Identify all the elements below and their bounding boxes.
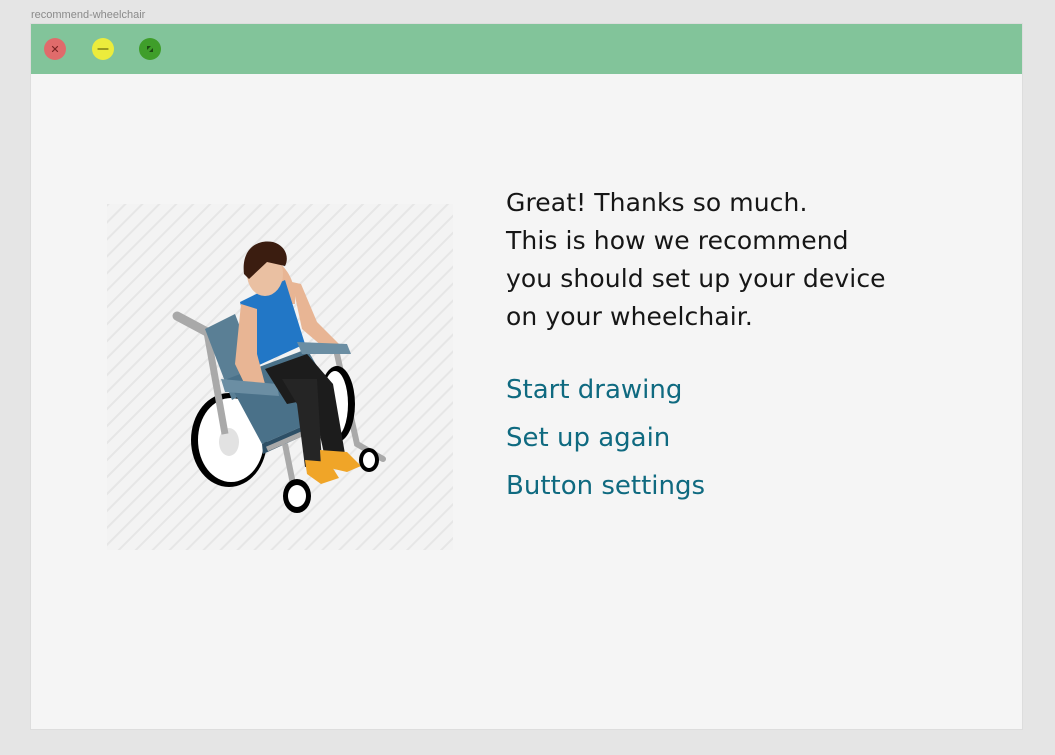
recommendation-message: Great! Thanks so much. This is how we re…	[506, 184, 986, 336]
start-drawing-link[interactable]: Start drawing	[506, 366, 986, 414]
message-line: you should set up your device	[506, 264, 886, 293]
button-settings-link[interactable]: Button settings	[506, 462, 986, 510]
close-button[interactable]	[44, 38, 66, 60]
maximize-button[interactable]	[139, 38, 161, 60]
minimize-button[interactable]	[92, 38, 114, 60]
action-links: Start drawing Set up again Button settin…	[506, 366, 986, 510]
maximize-icon	[147, 46, 153, 52]
close-icon	[51, 45, 59, 53]
message-line: This is how we recommend	[506, 226, 849, 255]
recommendation-panel: Great! Thanks so much. This is how we re…	[506, 184, 986, 510]
title-bar	[31, 24, 1022, 74]
app-window: Great! Thanks so much. This is how we re…	[31, 24, 1022, 729]
message-line: Great! Thanks so much.	[506, 188, 808, 217]
message-line: on your wheelchair.	[506, 302, 753, 331]
set-up-again-link[interactable]: Set up again	[506, 414, 986, 462]
frame-label: recommend-wheelchair	[31, 9, 146, 21]
person-in-wheelchair-illustration	[107, 204, 453, 550]
minimize-icon	[97, 48, 109, 50]
